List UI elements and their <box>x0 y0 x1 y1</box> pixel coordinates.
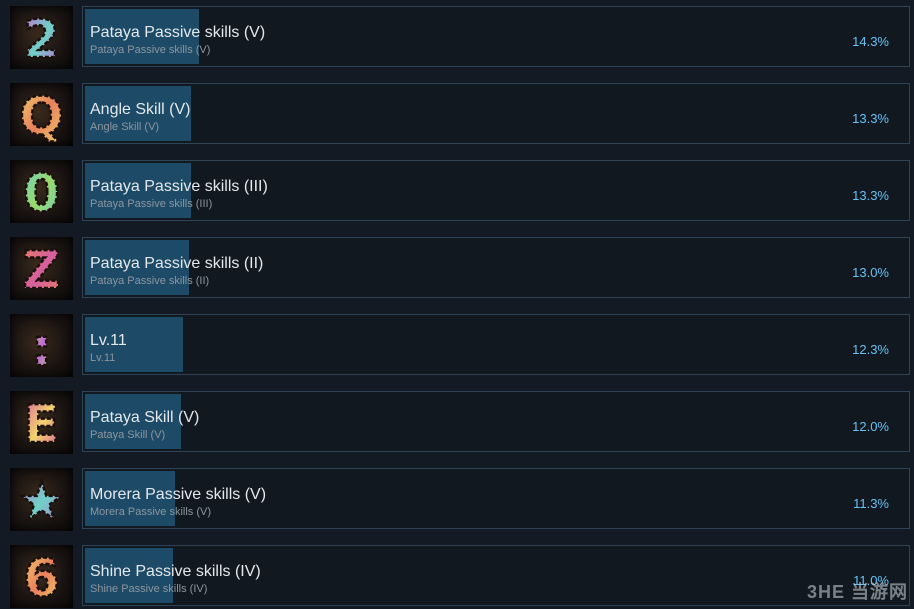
svg-text:2: 2 <box>23 10 59 69</box>
achievement-list: 2 Pataya Passive skills (V) Pataya Passive… <box>0 0 914 609</box>
achievement-card: Pataya Passive skills (V) Pataya Passive … <box>82 6 910 67</box>
svg-text:Q: Q <box>19 87 63 146</box>
achievement-badge-icon: 0 <box>10 160 73 223</box>
achievement-badge-icon: Q <box>10 83 73 146</box>
svg-text:★: ★ <box>18 472 65 531</box>
achievement-title: Pataya Passive skills (III) <box>90 178 268 195</box>
achievement-row[interactable]: : Lv.11 Lv.11 12.3% <box>0 308 914 385</box>
svg-text:6: 6 <box>23 549 59 608</box>
unlock-percent: 13.3% <box>852 111 889 126</box>
achievement-description: Pataya Passive skills (II) <box>90 275 210 287</box>
achievement-row[interactable]: 2 Pataya Passive skills (V) Pataya Passive… <box>0 0 914 77</box>
achievement-title: Shine Passive skills (IV) <box>90 563 261 580</box>
achievement-description: Pataya Passive skills (III) <box>90 198 213 210</box>
achievement-card: Morera Passive skills (V) Morera Passive … <box>82 468 910 529</box>
unlock-percent: 12.3% <box>852 342 889 357</box>
achievement-row[interactable]: Q Angle Skill (V) Angle Skill (V) 13.3% <box>0 77 914 154</box>
achievement-description: Pataya Skill (V) <box>90 429 166 441</box>
achievement-badge-icon: : <box>10 314 73 377</box>
achievement-description: Pataya Passive skills (V) <box>90 44 211 56</box>
unlock-percent: 13.0% <box>852 265 889 280</box>
achievement-title: Pataya Passive skills (II) <box>90 255 264 272</box>
site-watermark: 3HE 当游网 <box>806 582 908 602</box>
achievement-description: Lv.11 <box>90 352 116 364</box>
achievement-description: Morera Passive skills (V) <box>90 506 212 518</box>
achievement-title: Pataya Skill (V) <box>90 409 200 426</box>
achievement-card: Lv.11 Lv.11 12.3% <box>82 314 910 375</box>
achievement-row[interactable]: E Pataya Skill (V) Pataya Skill (V) 12.0% <box>0 385 914 462</box>
achievement-card: Pataya Passive skills (III) Pataya Passiv… <box>82 160 910 221</box>
achievement-row[interactable]: 0 Pataya Passive skills (III) Pataya Passi… <box>0 154 914 231</box>
achievement-card: Shine Passive skills (IV) Shine Passive s… <box>82 545 910 606</box>
achievement-title: Lv.11 <box>90 332 127 349</box>
achievement-badge-icon: ★ <box>10 468 73 531</box>
achievement-badge-icon: Z <box>10 237 73 300</box>
achievement-badge-icon: 2 <box>10 6 73 69</box>
unlock-percent: 14.3% <box>852 34 889 49</box>
achievement-description: Angle Skill (V) <box>90 121 160 133</box>
svg-text:0: 0 <box>23 164 59 223</box>
svg-text:E: E <box>24 395 60 454</box>
svg-text::: : <box>31 318 52 377</box>
achievement-row[interactable]: ★ Morera Passive skills (V) Morera Passive… <box>0 462 914 539</box>
achievement-row[interactable]: Z Pataya Passive skills (II) Pataya Passiv… <box>0 231 914 308</box>
achievement-card: Pataya Skill (V) Pataya Skill (V) 12.0% <box>82 391 910 452</box>
achievement-badge-icon: 6 <box>10 545 73 608</box>
unlock-percent: 11.3% <box>853 496 889 511</box>
achievement-badge-icon: E <box>10 391 73 454</box>
achievement-card: Angle Skill (V) Angle Skill (V) 13.3% <box>82 83 910 144</box>
achievement-description: Shine Passive skills (IV) <box>90 583 208 595</box>
achievement-title: Morera Passive skills (V) <box>90 486 267 503</box>
unlock-percent: 12.0% <box>852 419 889 434</box>
achievement-title: Pataya Passive skills (V) <box>90 24 266 41</box>
svg-text:Z: Z <box>23 241 61 300</box>
achievement-row[interactable]: 6 Shine Passive skills (IV) Shine Passive … <box>0 539 914 609</box>
achievement-card: Pataya Passive skills (II) Pataya Passive… <box>82 237 910 298</box>
achievement-title: Angle Skill (V) <box>90 101 191 118</box>
unlock-percent: 13.3% <box>852 188 889 203</box>
